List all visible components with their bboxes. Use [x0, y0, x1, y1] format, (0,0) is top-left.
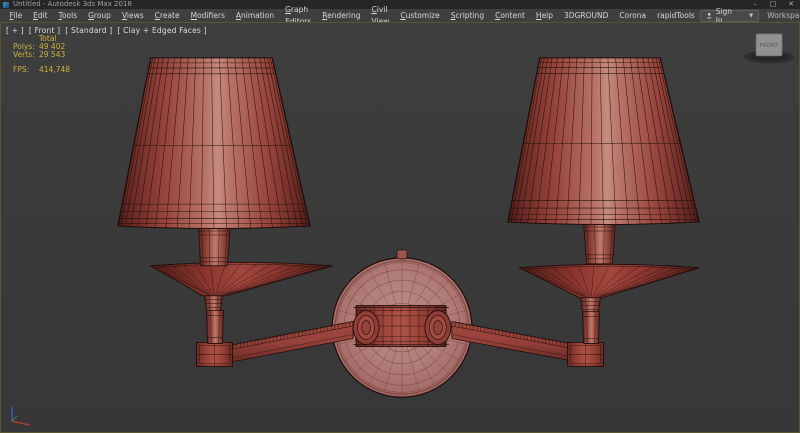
menu-bar: File Edit Tools Group Views Create Modif…: [0, 9, 800, 23]
viewport-shading-label[interactable]: [ Clay + Edged Faces ]: [117, 26, 206, 35]
window-title: Untitled - Autodesk 3ds Max 2018: [13, 0, 132, 9]
maximize-button[interactable]: □: [764, 0, 782, 9]
minimize-button[interactable]: –: [746, 0, 764, 9]
menu-item-rendering[interactable]: Rendering: [317, 10, 366, 22]
viewcube[interactable]: FRONT: [744, 34, 794, 63]
menu-item-edit[interactable]: Edit: [28, 10, 54, 22]
viewport-canvas[interactable]: FRONT: [1, 23, 799, 432]
stats-verts-label: Verts:: [13, 51, 39, 59]
menu-item-content[interactable]: Content: [490, 10, 531, 22]
stats-verts-value: 29 543: [39, 50, 65, 59]
menu-item-modifiers[interactable]: Modifiers: [185, 10, 230, 22]
menu-item-create[interactable]: Create: [149, 10, 185, 22]
3ds-max-logo-icon: [3, 2, 9, 8]
workspaces-label: Workspaces:: [767, 11, 800, 20]
close-button[interactable]: ✕: [782, 0, 800, 9]
menu-item-scripting[interactable]: Scripting: [445, 10, 489, 22]
viewport-renderer-label[interactable]: [ Standard ]: [65, 26, 112, 35]
stats-fps-value: 414,748: [39, 65, 70, 74]
viewport: [ + ] [ Front ] [ Standard ] [ Clay + Ed…: [0, 22, 800, 433]
menu-item-animation[interactable]: Animation: [230, 10, 279, 22]
menu-item-3dground[interactable]: 3DGROUND: [559, 10, 614, 22]
menu-item-group[interactable]: Group: [83, 10, 117, 22]
sign-in-button[interactable]: Sign In ▼: [700, 10, 759, 22]
menu-item-file[interactable]: File: [4, 10, 28, 22]
menu-item-tools[interactable]: Tools: [53, 10, 82, 22]
stats-fps-label: FPS:: [13, 66, 39, 74]
world-axis-tripod: [12, 407, 30, 425]
viewcube-face-label: FRONT: [760, 43, 779, 49]
viewport-menu-button[interactable]: [ + ]: [6, 26, 24, 35]
sign-in-caret-icon: ▼: [749, 11, 753, 21]
user-icon: [706, 12, 712, 19]
menu-item-help[interactable]: Help: [530, 10, 558, 22]
viewport-label-row: [ + ] [ Front ] [ Standard ] [ Clay + Ed…: [6, 26, 207, 35]
menu-item-corona[interactable]: Corona: [614, 10, 652, 22]
statistics-overlay: Total Polys:49 402 Verts:29 543 FPS:414,…: [13, 35, 70, 74]
menu-item-views[interactable]: Views: [116, 10, 149, 22]
menu-item-rapidtools[interactable]: rapidTools: [652, 10, 701, 22]
title-bar: Untitled - Autodesk 3ds Max 2018 – □ ✕: [0, 0, 800, 9]
menu-item-customize[interactable]: Customize: [395, 10, 445, 22]
